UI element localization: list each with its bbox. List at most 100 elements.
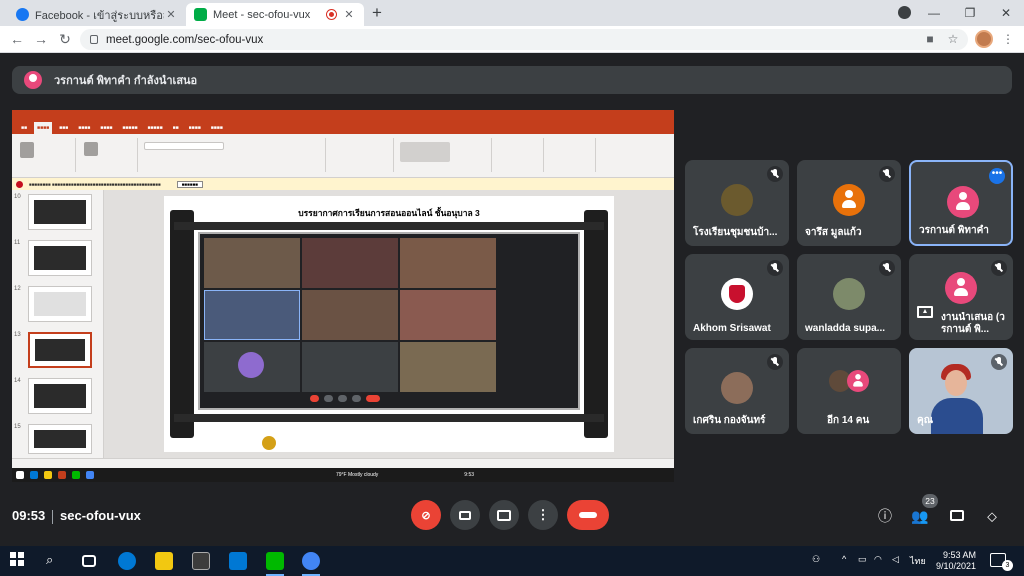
more-vert-icon: ⋮	[536, 507, 550, 522]
slide-thumbnail	[28, 194, 92, 230]
mic-off-icon	[767, 260, 783, 276]
slide-title: บรรยากาศการเรียนการสอนออนไลน์ ชั้นอนุบาล…	[298, 208, 480, 218]
volume-icon[interactable]: ◁	[892, 554, 899, 565]
slide-frame-bar	[174, 222, 604, 230]
powerpoint-icon	[58, 471, 66, 479]
more-options-icon[interactable]: •••	[989, 168, 1005, 184]
mail-icon[interactable]	[229, 552, 247, 570]
bookmark-star-icon[interactable]: ☆	[945, 31, 961, 47]
avatar	[238, 352, 264, 378]
ribbon-group	[328, 138, 394, 172]
ribbon-tab: ■■■■	[188, 125, 201, 131]
address-bar[interactable]: meet.google.com/sec-ofou-vux	[80, 29, 968, 50]
browser-menu-icon[interactable]: ⋮	[1000, 31, 1016, 47]
participant-tile[interactable]: จารึส มูลแก้ว	[797, 160, 901, 246]
windows-icon	[16, 471, 24, 479]
presenter-taskbar: 79°F Mostly cloudy 9:53	[12, 468, 674, 482]
weather-text: 79°F Mostly cloudy	[336, 472, 379, 478]
explorer-icon	[44, 471, 52, 479]
file-explorer-icon[interactable]	[155, 552, 173, 570]
meeting-clock: 09:53	[12, 508, 46, 523]
line-icon[interactable]	[266, 552, 284, 576]
forward-button[interactable]: →	[32, 30, 50, 48]
slide-frame-pillar	[584, 210, 608, 438]
present-now-button[interactable]	[489, 500, 519, 530]
system-time: 9:53 AM	[943, 550, 977, 560]
activities-button[interactable]: ⬦	[982, 506, 1002, 526]
participant-name: คุณ	[917, 415, 933, 426]
slide: บรรยากาศการเรียนการสอนออนไลน์ ชั้นอนุบาล…	[164, 196, 614, 452]
slide-number: 12	[14, 286, 21, 292]
participant-tile[interactable]: เกศริน กองจันทร์	[685, 348, 789, 434]
edge-icon	[30, 471, 38, 479]
mic-toggle-button[interactable]: ⊘	[411, 500, 441, 530]
system-clock[interactable]: 9:53 AM 9/10/2021	[936, 550, 976, 572]
slide-thumbnail	[28, 378, 92, 414]
tab-meet[interactable]: Meet - sec-ofou-vux ✕	[186, 3, 364, 26]
student-tile	[400, 290, 496, 340]
ribbon-tab: ■■■■■	[147, 125, 163, 131]
student-tile	[204, 290, 300, 340]
participant-tile[interactable]: wanladda supa...	[797, 254, 901, 340]
meeting-details-button[interactable]: ⓘ	[875, 506, 895, 526]
leave-call-button[interactable]	[567, 500, 609, 530]
font-box	[144, 142, 224, 150]
participant-name: เกศริน กองจันทร์	[693, 415, 766, 426]
mic-off-icon	[767, 166, 783, 182]
url-text: meet.google.com/sec-ofou-vux	[106, 33, 264, 46]
language-indicator[interactable]: ไทย	[910, 554, 926, 568]
chrome-icon	[86, 471, 94, 479]
student-tile	[400, 238, 496, 288]
participant-tile-presenter[interactable]: ••• วรกานต์ พิทาคำ	[909, 160, 1013, 246]
slide-number: 13	[14, 332, 21, 338]
camera-toggle-button[interactable]	[450, 500, 480, 530]
slide-thumbnail-pane: 10 11 12 13 14 15	[12, 190, 104, 458]
minimize-button[interactable]: —	[916, 0, 952, 26]
store-icon[interactable]	[192, 552, 210, 570]
participant-name: โรงเรียนชุมชนบ้า...	[693, 227, 778, 238]
chrome-icon[interactable]	[302, 552, 320, 576]
student-tile	[302, 342, 398, 392]
battery-icon[interactable]: ▭	[858, 554, 867, 565]
close-tab-icon[interactable]: ✕	[164, 8, 178, 21]
participant-tile[interactable]: โรงเรียนชุมชนบ้า...	[685, 160, 789, 246]
edge-icon[interactable]	[118, 552, 136, 570]
profile-avatar[interactable]	[975, 30, 993, 48]
slide-number: 14	[14, 378, 21, 384]
people-button[interactable]: 👥	[910, 506, 930, 526]
warning-icon	[16, 180, 23, 188]
participant-photo	[833, 278, 865, 310]
tab-facebook[interactable]: Facebook - เข้าสู่ระบบหรือสมัครใช้งาน ✕	[8, 3, 186, 26]
participant-photo	[721, 372, 753, 404]
task-view-icon[interactable]	[82, 555, 96, 567]
new-tab-button[interactable]: +	[372, 3, 382, 23]
shared-screen: ■■ ■■■■ ■■■ ■■■■ ■■■■ ■■■■■ ■■■■■ ■■ ■■■…	[12, 110, 674, 482]
ribbon-group	[78, 138, 138, 172]
new-slide-icon	[84, 142, 98, 156]
slide-canvas: บรรยากาศการเรียนการสอนออนไลน์ ชั้นอนุบาล…	[104, 190, 674, 458]
reload-button[interactable]: ↻	[56, 30, 74, 48]
chat-button[interactable]	[947, 506, 967, 526]
windows-start-icon[interactable]	[10, 552, 28, 570]
protected-view-bar: ■■■■■■■■ ■■■■■■■■■■■■■■■■■■■■■■■■■■■■■■■…	[12, 178, 674, 190]
mic-off-icon: ⊘	[421, 509, 431, 522]
participant-tile-others[interactable]: อีก 14 คน	[797, 348, 901, 434]
wifi-icon[interactable]: ◠	[874, 554, 882, 565]
window-close-button[interactable]: ✕	[988, 0, 1024, 26]
more-options-button[interactable]: ⋮	[528, 500, 558, 530]
ribbon-group	[546, 138, 596, 172]
people-tray-icon[interactable]: ⚇	[812, 554, 820, 565]
show-hidden-icon[interactable]: ^	[842, 554, 846, 564]
back-button[interactable]: ←	[8, 30, 26, 48]
self-video-tile[interactable]: คุณ	[909, 348, 1013, 434]
participant-tile-presentation[interactable]: งานนำเสนอ (วรกานต์ พิ...	[909, 254, 1013, 340]
search-icon[interactable]: ⌕	[46, 552, 64, 570]
restore-button[interactable]: ❐	[952, 0, 988, 26]
presenter-clock: 9:53	[464, 472, 475, 478]
camera-icon[interactable]: ■	[922, 31, 938, 47]
close-tab-icon[interactable]: ✕	[342, 8, 356, 21]
tab-search-icon[interactable]	[898, 6, 911, 19]
avatar	[945, 272, 977, 304]
participant-tile[interactable]: Akhom Srisawat	[685, 254, 789, 340]
student-tile	[204, 238, 300, 288]
